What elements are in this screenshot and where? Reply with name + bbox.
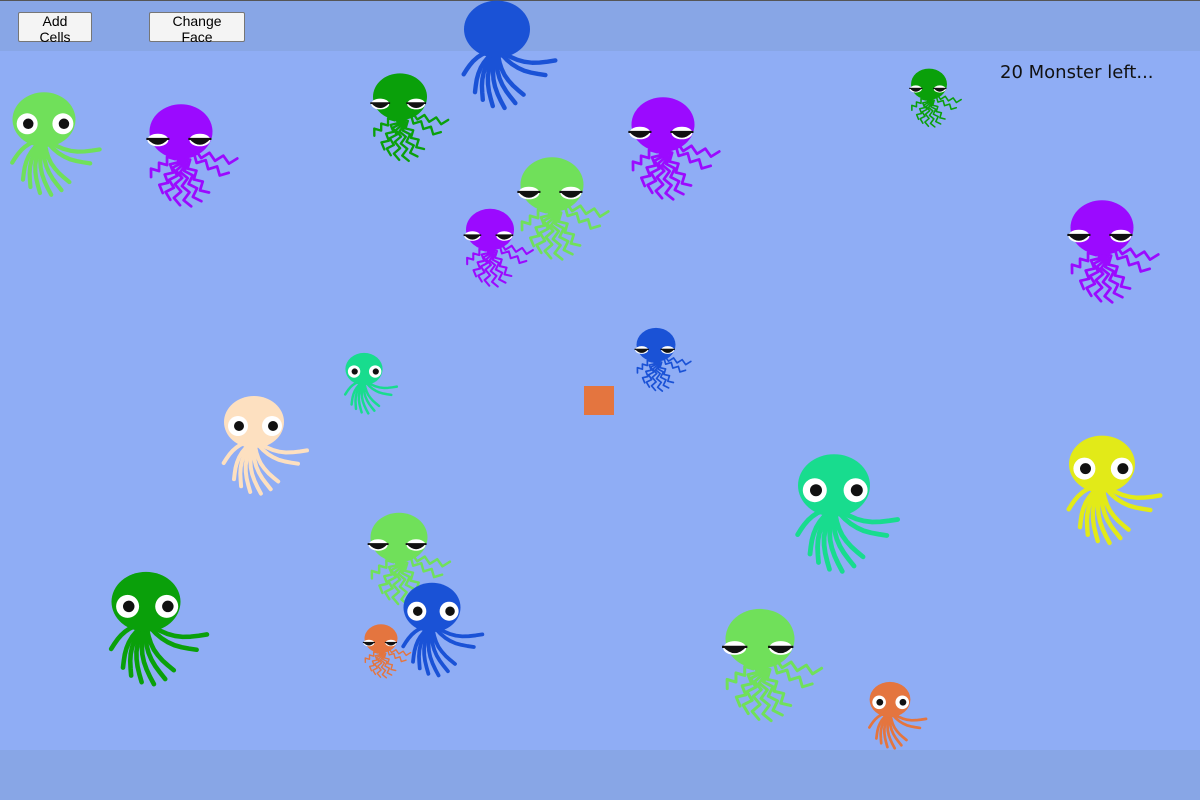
- monsters-left-label: 20 Monster left...: [1000, 62, 1154, 83]
- add-cells-button[interactable]: Add Cells: [18, 12, 92, 45]
- player-cell[interactable]: [584, 386, 614, 415]
- bottom-bar: [0, 750, 1200, 800]
- toolbar: Add Cells Change Face: [0, 0, 1200, 51]
- change-face-button[interactable]: Change Face: [149, 12, 245, 45]
